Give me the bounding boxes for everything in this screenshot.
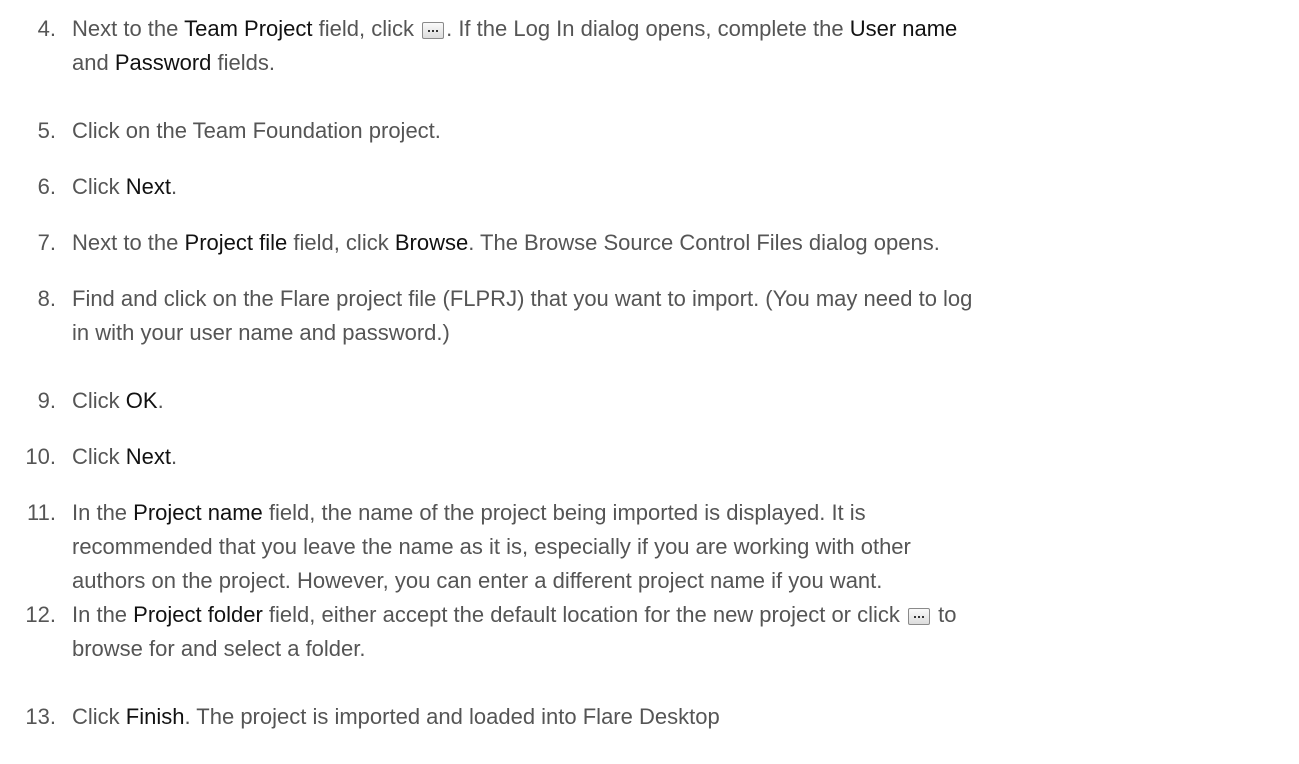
instruction-text: . bbox=[157, 388, 164, 413]
step-text-line: Click Next. bbox=[72, 440, 1287, 474]
instruction-text: In the bbox=[72, 500, 134, 525]
instruction-text: Next to the bbox=[72, 230, 185, 255]
step-number: 4. bbox=[37, 16, 56, 41]
step-item: 5. Click on the Team Foundation project. bbox=[0, 114, 1299, 148]
step-text-line: In the Project name field, the name of t… bbox=[72, 496, 1287, 530]
step-text-line: authors on the project. However, you can… bbox=[72, 564, 1287, 598]
step-text: In the Project name field, the name of t… bbox=[72, 496, 1287, 598]
step-text: Click Next. bbox=[72, 170, 1287, 204]
step-item: 11. In the Project name field, the name o… bbox=[0, 496, 1299, 598]
instruction-text: authors on the project. However, you can… bbox=[72, 568, 883, 593]
step-item: 10. Click Next. bbox=[0, 440, 1299, 474]
step-item: 12. In the Project folder field, either a… bbox=[0, 598, 1299, 666]
ui-term: Project folder bbox=[133, 602, 263, 627]
instruction-text: in with your user name and password.) bbox=[72, 320, 450, 345]
step-text-line: Click Next. bbox=[72, 170, 1287, 204]
instruction-text: fields. bbox=[211, 50, 276, 75]
step-number: 6. bbox=[37, 174, 56, 199]
ui-term: Project file bbox=[184, 230, 288, 255]
step-text-line: and Password fields. bbox=[72, 46, 1287, 80]
step-text-line: Next to the Team Project field, click . … bbox=[72, 12, 1287, 46]
ui-term: User name bbox=[849, 16, 958, 41]
instruction-text: . If the Log In dialog opens, complete t… bbox=[446, 16, 850, 41]
step-text: Click Next. bbox=[72, 440, 1287, 474]
step-text: In the Project folder field, either acce… bbox=[72, 598, 1287, 666]
step-text-line: Find and click on the Flare project file… bbox=[72, 282, 1287, 316]
instruction-text: field, click bbox=[287, 230, 395, 255]
instruction-text: and bbox=[72, 50, 115, 75]
step-text: Click on the Team Foundation project. bbox=[72, 114, 1287, 148]
step-text-line: Next to the Project file field, click Br… bbox=[72, 226, 1287, 260]
instruction-text: Click bbox=[72, 174, 126, 199]
instruction-text: . bbox=[171, 174, 178, 199]
instruction-text: field, the name of the project being imp… bbox=[262, 500, 866, 525]
step-number: 13. bbox=[25, 704, 56, 729]
instruction-text: . The Browse Source Control Files dialog… bbox=[468, 230, 940, 255]
ui-term: Browse bbox=[394, 230, 469, 255]
step-text-line: Click OK. bbox=[72, 384, 1287, 418]
ui-term: Next bbox=[125, 444, 172, 469]
step-text-line: recommended that you leave the name as i… bbox=[72, 530, 1287, 564]
step-text-line: Click Finish. The project is imported an… bbox=[72, 700, 1287, 734]
instruction-text: Next to the bbox=[72, 16, 185, 41]
step-text-line: browse for and select a folder. bbox=[72, 632, 1287, 666]
instruction-text: field, click bbox=[312, 16, 421, 41]
step-text-line: Click on the Team Foundation project. bbox=[72, 114, 1287, 148]
step-number: 5. bbox=[37, 118, 56, 143]
instruction-text: to bbox=[932, 602, 957, 627]
import-steps-list: 4. Next to the Team Project field, click … bbox=[0, 0, 1299, 764]
instruction-text: field, either accept the default locatio… bbox=[262, 602, 907, 627]
instruction-text: Click bbox=[72, 388, 126, 413]
instruction-text: Click bbox=[72, 704, 126, 729]
step-text: Find and click on the Flare project file… bbox=[72, 282, 1287, 350]
ui-term: Password bbox=[114, 50, 212, 75]
instruction-text: Find and click on the Flare project file… bbox=[72, 286, 973, 311]
ui-term: Finish bbox=[125, 704, 185, 729]
step-item: 4. Next to the Team Project field, click … bbox=[0, 12, 1299, 80]
ui-term: Project name bbox=[133, 500, 263, 525]
instruction-text: browse for and select a folder. bbox=[72, 636, 366, 661]
instruction-text: In the bbox=[72, 602, 134, 627]
step-number: 10. bbox=[25, 444, 56, 469]
ui-term: OK bbox=[125, 388, 158, 413]
step-number: 7. bbox=[37, 230, 56, 255]
step-text-line: In the Project folder field, either acce… bbox=[72, 598, 1287, 632]
step-text-line: in with your user name and password.) bbox=[72, 316, 1287, 350]
step-item: 13. Click Finish. The project is imported… bbox=[0, 700, 1299, 734]
step-number: 11. bbox=[27, 500, 56, 525]
ui-term: Next bbox=[125, 174, 172, 199]
step-text: Click OK. bbox=[72, 384, 1287, 418]
browse-ellipsis-button-icon bbox=[908, 608, 931, 625]
step-text: Next to the Team Project field, click . … bbox=[72, 12, 1287, 80]
step-item: 9. Click OK. bbox=[0, 384, 1299, 418]
instruction-text: recommended that you leave the name as i… bbox=[72, 534, 911, 559]
instruction-text: . The project is imported and loaded int… bbox=[184, 704, 720, 729]
instruction-text: Click bbox=[72, 444, 126, 469]
step-number: 12. bbox=[25, 602, 56, 627]
ui-term: Team Project bbox=[184, 16, 313, 41]
instruction-text: Click on the Team Foundation project. bbox=[72, 118, 441, 143]
step-item: 7. Next to the Project file field, click … bbox=[0, 226, 1299, 260]
step-number: 9. bbox=[37, 388, 56, 413]
step-item: 6. Click Next. bbox=[0, 170, 1299, 204]
browse-ellipsis-button-icon bbox=[422, 22, 445, 39]
instruction-text: . bbox=[171, 444, 178, 469]
step-number: 8. bbox=[37, 286, 56, 311]
step-item: 8. Find and click on the Flare project fi… bbox=[0, 282, 1299, 350]
step-text: Click Finish. The project is imported an… bbox=[72, 700, 1287, 734]
step-text: Next to the Project file field, click Br… bbox=[72, 226, 1287, 260]
